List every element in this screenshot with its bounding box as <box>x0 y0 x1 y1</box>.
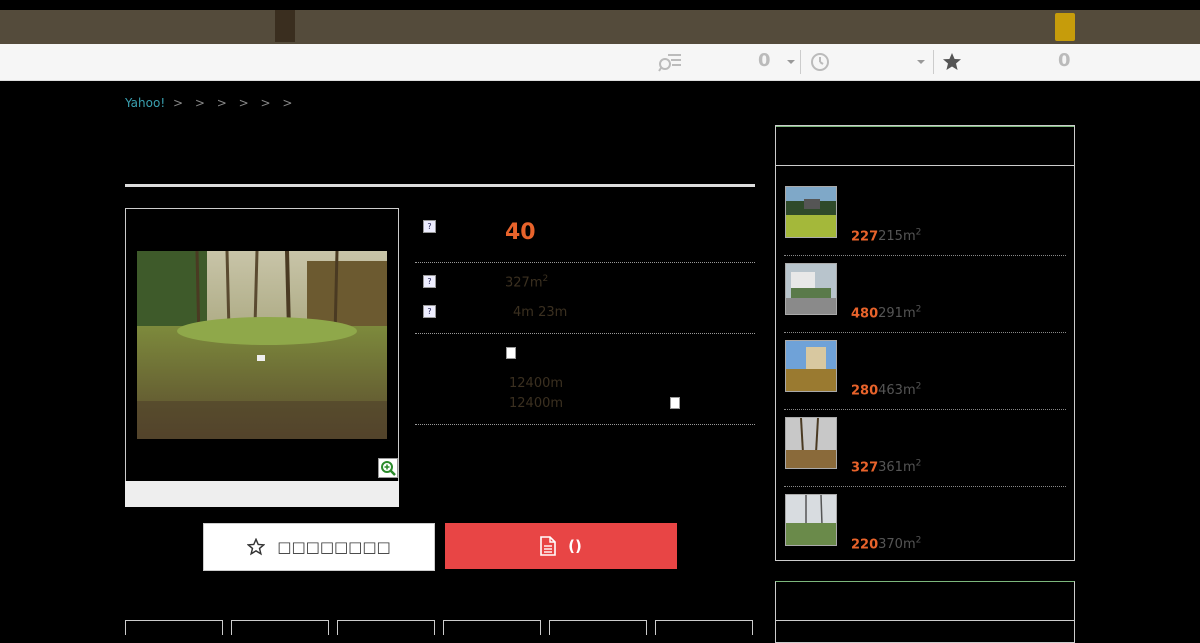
item-divider <box>784 486 1066 487</box>
breadcrumb-separator: > <box>216 96 227 110</box>
star-icon <box>943 53 961 70</box>
search-history-count: 0 <box>758 50 771 71</box>
row-divider <box>415 262 755 263</box>
listing-price-area: 480291m2 <box>851 305 922 322</box>
related-listings-panel: 227215m2 480291m2 280463m2 327361m2 2203… <box>775 125 1075 561</box>
top-edge <box>0 0 1200 10</box>
land-area: 327m2 <box>505 274 549 291</box>
document-icon <box>540 536 556 556</box>
listing-thumbnail[interactable] <box>785 494 837 546</box>
tab[interactable] <box>655 620 753 635</box>
info-link-icon[interactable] <box>506 347 516 359</box>
breadcrumb: Yahoo! > > > > > > <box>125 96 296 110</box>
listing-thumbnail[interactable] <box>785 186 837 238</box>
photo-thumbnail-strip <box>125 481 399 507</box>
road-frontage: 4m 23m <box>513 305 568 320</box>
item-divider <box>784 255 1066 256</box>
favorites-count: 0 <box>1058 50 1071 71</box>
listing-price-area: 280463m2 <box>851 382 922 399</box>
property-photo[interactable] <box>137 251 387 439</box>
listing-price-area: 220370m2 <box>851 536 922 553</box>
dropdown-caret-icon[interactable] <box>916 58 926 66</box>
listing-price-area: 327361m2 <box>851 459 922 476</box>
dropdown-caret-icon[interactable] <box>786 58 796 66</box>
breadcrumb-separator: > <box>260 96 271 110</box>
listing-price: 40 <box>505 220 536 245</box>
panel-header-divider <box>776 620 1074 621</box>
request-document-label: () <box>568 537 582 555</box>
toolbar-divider <box>933 50 934 74</box>
title-underline <box>125 184 755 187</box>
add-favorite-label: □□□□□□□□ <box>277 538 391 556</box>
detail-tabs <box>125 620 755 635</box>
tab[interactable] <box>125 620 223 635</box>
listing-thumbnail[interactable] <box>785 417 837 469</box>
search-history-button[interactable] <box>658 44 682 80</box>
related-listing-item[interactable]: 480291m2 <box>784 263 1066 333</box>
header-gold-button[interactable] <box>1055 13 1075 41</box>
info-link-icon[interactable] <box>670 397 680 409</box>
breadcrumb-separator: > <box>194 96 205 110</box>
site-header-bar <box>0 10 1200 44</box>
listing-price-area: 227215m2 <box>851 228 922 245</box>
zoom-in-icon <box>381 461 396 476</box>
request-document-button[interactable]: () <box>445 523 677 569</box>
related-listing-item[interactable]: 220370m2 <box>784 494 1066 564</box>
help-icon[interactable]: ? <box>423 305 436 318</box>
favorites-button[interactable] <box>942 44 962 80</box>
panel-header <box>776 126 1074 166</box>
related-listing-item[interactable]: 327361m2 <box>784 417 1066 487</box>
toolbar-divider <box>800 50 801 74</box>
listing-thumbnail[interactable] <box>785 263 837 315</box>
zoom-button[interactable] <box>378 458 398 478</box>
item-divider <box>784 332 1066 333</box>
user-toolbar: 0 0 <box>0 44 1200 81</box>
add-favorite-button[interactable]: □□□□□□□□ <box>203 523 435 571</box>
related-listing-item[interactable]: 227215m2 <box>784 186 1066 256</box>
help-icon[interactable]: ? <box>423 275 436 288</box>
tab[interactable] <box>337 620 435 635</box>
star-outline-icon <box>247 538 266 556</box>
breadcrumb-home-link[interactable]: Yahoo! <box>125 96 165 110</box>
clock-icon <box>811 53 829 71</box>
item-divider <box>784 409 1066 410</box>
distance-1: 12400m <box>509 376 564 391</box>
header-tab-marker[interactable] <box>275 10 295 42</box>
distance-2: 12400m <box>509 396 564 411</box>
row-divider <box>415 424 755 425</box>
breadcrumb-separator: > <box>238 96 249 110</box>
related-listing-item[interactable]: 280463m2 <box>784 340 1066 410</box>
recent-history-button[interactable] <box>810 44 830 80</box>
help-icon[interactable]: ? <box>423 220 436 233</box>
secondary-panel <box>775 581 1075 643</box>
tab[interactable] <box>231 620 329 635</box>
row-divider <box>415 333 755 334</box>
listing-thumbnail[interactable] <box>785 340 837 392</box>
tab[interactable] <box>443 620 541 635</box>
search-list-icon <box>658 54 681 72</box>
breadcrumb-separator: > <box>172 96 184 110</box>
breadcrumb-separator: > <box>282 96 293 110</box>
tab[interactable] <box>549 620 647 635</box>
